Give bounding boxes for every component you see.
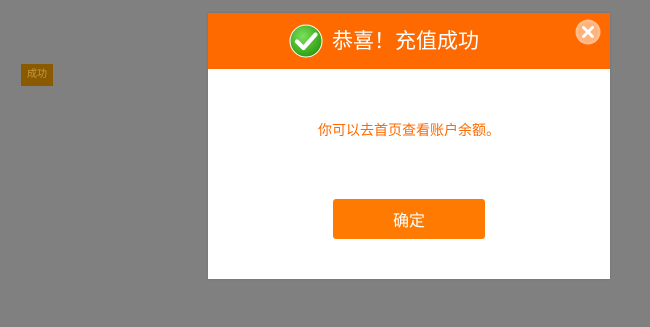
close-circle-icon — [575, 19, 601, 48]
dialog-header: 恭喜！充值成功 — [208, 13, 610, 69]
dialog-title: 恭喜！充值成功 — [332, 29, 479, 53]
success-trigger-button[interactable]: 成功 — [21, 64, 53, 86]
confirm-button[interactable]: 确定 — [333, 199, 485, 239]
dialog-message: 你可以去首页查看账户余额。 — [318, 123, 500, 139]
check-circle-icon — [289, 24, 323, 58]
close-button[interactable] — [575, 19, 601, 45]
recharge-success-dialog: 恭喜！充值成功 你可以去首页查看账户余额。 确定 — [208, 13, 610, 279]
